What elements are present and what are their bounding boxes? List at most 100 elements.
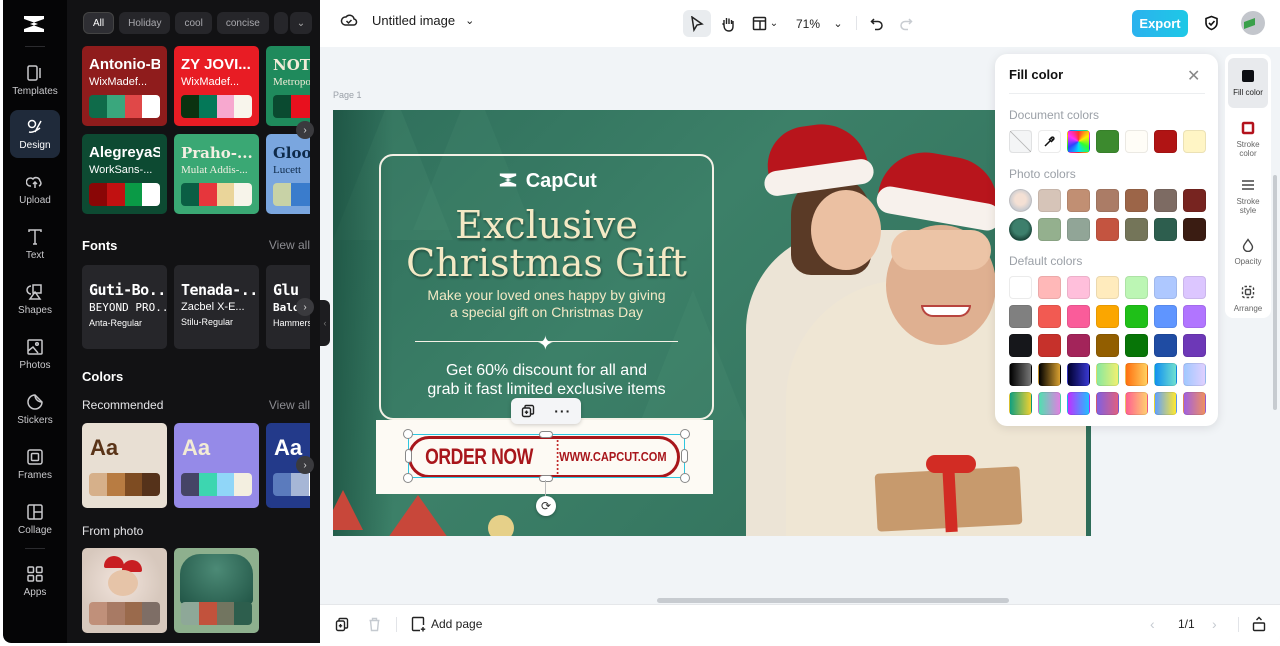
headline-line-2[interactable]: Christmas Gift <box>381 244 712 282</box>
gradient-swatch[interactable] <box>1096 363 1119 386</box>
resize-handle-left[interactable] <box>405 449 412 463</box>
capcut-logo-icon[interactable] <box>21 13 47 35</box>
chip-all[interactable]: All <box>83 12 115 34</box>
themes-next-button[interactable]: › <box>296 121 314 139</box>
photo-color-swatch[interactable] <box>1154 218 1177 241</box>
gradient-swatch[interactable] <box>1154 392 1177 415</box>
add-page-button[interactable]: Add page <box>411 616 482 632</box>
photo-color-swatch[interactable] <box>1067 218 1090 241</box>
fonts-view-all-link[interactable]: View all <box>269 238 310 252</box>
selection-box[interactable] <box>408 434 685 478</box>
photo-color-swatch[interactable] <box>1183 189 1206 212</box>
previous-page-button[interactable]: ‹ <box>1150 616 1155 632</box>
document-color-swatch[interactable] <box>1125 130 1148 153</box>
font-card[interactable]: Guti-Bo... BEYOND PRO... Anta-Regular <box>82 265 167 349</box>
fonts-next-button[interactable]: › <box>296 298 314 316</box>
default-color-swatch[interactable] <box>1096 334 1119 357</box>
rail-item-design[interactable]: Design <box>10 110 60 158</box>
duplicate-icon[interactable] <box>521 404 535 418</box>
font-card[interactable]: Tenada-... Zacbel X-E... Stilu-Regular <box>174 265 259 349</box>
rail-item-templates[interactable]: Templates <box>10 56 60 104</box>
photo-thumbnail-background[interactable] <box>1009 218 1032 241</box>
redo-button[interactable] <box>895 10 917 37</box>
default-color-swatch[interactable] <box>1154 334 1177 357</box>
rotate-handle[interactable]: ⟳ <box>536 496 556 516</box>
default-color-swatch[interactable] <box>1067 334 1090 357</box>
document-color-swatch[interactable] <box>1096 130 1119 153</box>
default-color-swatch[interactable] <box>1067 276 1090 299</box>
fill-color-tab[interactable]: Fill color <box>1228 58 1268 108</box>
rail-item-upload[interactable]: Upload <box>10 165 60 213</box>
collapse-panel-button[interactable]: ‹ <box>320 300 330 346</box>
gradient-swatch[interactable] <box>1154 363 1177 386</box>
photo-color-swatch[interactable] <box>1125 218 1148 241</box>
photo-color-swatch[interactable] <box>1125 189 1148 212</box>
stroke-color-tab[interactable]: Stroke color <box>1228 114 1268 164</box>
next-page-button[interactable]: › <box>1212 616 1217 632</box>
zoom-dropdown-chevron-icon[interactable]: ⌄ <box>830 10 846 37</box>
chip-holiday[interactable]: Holiday <box>119 12 171 34</box>
theme-card[interactable]: AlegreyaS... WorkSans-... <box>82 134 167 214</box>
gradient-swatch[interactable] <box>1009 363 1032 386</box>
gradient-swatch[interactable] <box>1038 392 1061 415</box>
rail-item-text[interactable]: Text <box>10 220 60 268</box>
theme-card[interactable]: Antonio-Bold WixMadef... <box>82 46 167 126</box>
chip-cool[interactable]: cool <box>175 12 212 34</box>
resize-handle-bottom-right[interactable] <box>680 473 690 483</box>
photo-color-swatch[interactable] <box>1038 189 1061 212</box>
default-color-swatch[interactable] <box>1067 305 1090 328</box>
select-tool-button[interactable] <box>683 10 711 37</box>
vertical-scrollbar[interactable] <box>1273 175 1277 410</box>
chips-expand-button[interactable]: ⌄ <box>290 12 312 34</box>
default-color-swatch[interactable] <box>1009 305 1032 328</box>
gradient-swatch[interactable] <box>1125 363 1148 386</box>
default-color-swatch[interactable] <box>1183 334 1206 357</box>
zoom-level[interactable]: 71% <box>790 10 826 37</box>
undo-button[interactable] <box>866 10 888 37</box>
photo-color-swatch[interactable] <box>1154 189 1177 212</box>
delete-page-button[interactable] <box>368 617 381 632</box>
subtext-line-1[interactable]: Make your loved ones happy by giving <box>381 287 712 304</box>
default-color-swatch[interactable] <box>1183 305 1206 328</box>
chip-partial[interactable] <box>273 12 288 34</box>
rail-item-apps[interactable]: Apps <box>10 557 60 605</box>
resize-handle-bottom[interactable] <box>539 475 553 482</box>
theme-card[interactable]: NOT Metropo <box>266 46 310 126</box>
stroke-style-tab[interactable]: Stroke style <box>1228 171 1268 221</box>
opacity-tab[interactable]: Opacity <box>1228 227 1268 277</box>
rail-item-stickers[interactable]: Stickers <box>10 385 60 433</box>
expand-pages-button[interactable] <box>1252 616 1266 632</box>
resize-handle-right[interactable] <box>681 449 688 463</box>
default-color-swatch[interactable] <box>1038 276 1061 299</box>
theme-card[interactable]: Gloo Lucett <box>266 134 310 214</box>
document-title-button[interactable]: Untitled image ⌄ <box>340 12 474 28</box>
resize-handle-top-right[interactable] <box>680 429 690 439</box>
gradient-swatch[interactable] <box>1067 392 1090 415</box>
gradient-swatch[interactable] <box>1096 392 1119 415</box>
duplicate-page-button[interactable] <box>335 617 349 632</box>
security-button[interactable] <box>1200 12 1222 34</box>
gradient-swatch[interactable] <box>1067 363 1090 386</box>
export-button[interactable]: Export <box>1132 10 1188 37</box>
rail-item-collage[interactable]: Collage <box>10 495 60 543</box>
default-color-swatch[interactable] <box>1038 334 1061 357</box>
photo-color-swatch[interactable] <box>1038 218 1061 241</box>
no-color-swatch[interactable] <box>1009 130 1032 153</box>
gradient-swatch[interactable] <box>1009 392 1032 415</box>
gradient-swatch[interactable] <box>1038 363 1061 386</box>
text-card[interactable]: CapCut Exclusive Christmas Gift Make you… <box>379 154 714 420</box>
default-color-swatch[interactable] <box>1154 305 1177 328</box>
default-color-swatch[interactable] <box>1009 276 1032 299</box>
eyedropper-button[interactable] <box>1038 130 1061 153</box>
document-color-swatch[interactable] <box>1183 130 1206 153</box>
user-avatar[interactable] <box>1241 11 1265 35</box>
headline-line-1[interactable]: Exclusive <box>381 206 712 244</box>
resize-handle-bottom-left[interactable] <box>403 473 413 483</box>
photo-color-swatch[interactable] <box>1096 189 1119 212</box>
rail-item-frames[interactable]: Frames <box>10 440 60 488</box>
discount-line-1[interactable]: Get 60% discount for all and <box>381 361 712 380</box>
hand-tool-button[interactable] <box>716 10 740 37</box>
default-color-swatch[interactable] <box>1154 276 1177 299</box>
document-color-swatch[interactable] <box>1154 130 1177 153</box>
color-theme-card[interactable]: Aa <box>174 423 259 508</box>
